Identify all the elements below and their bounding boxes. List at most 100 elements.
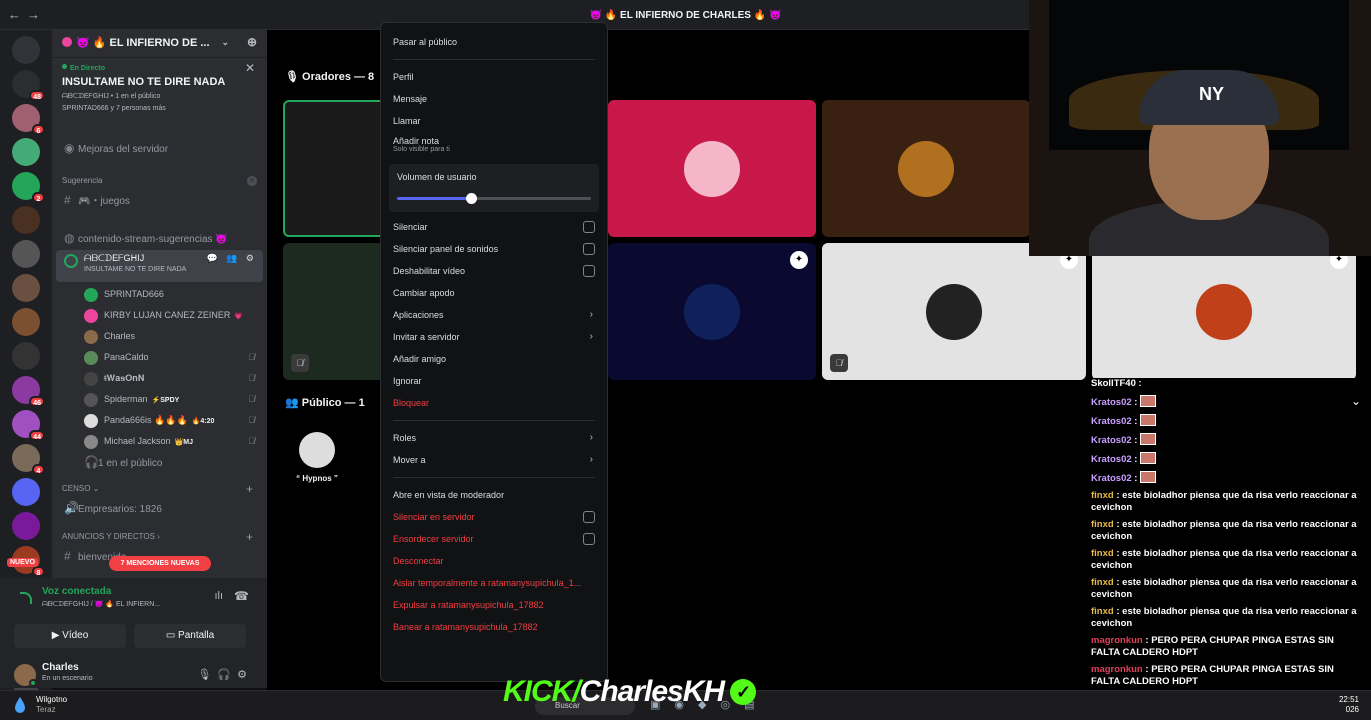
menu-item-server-mute[interactable]: Silenciar en servidor (389, 506, 599, 528)
checkbox[interactable] (583, 265, 595, 277)
channel-empresarios[interactable]: 🔊Empresarios: 1826 (52, 498, 267, 518)
volume-handle[interactable] (465, 193, 477, 204)
menu-item-add-note[interactable]: Añadir nota Solo visible para ti (389, 132, 599, 160)
server-icon[interactable] (12, 342, 40, 370)
chat-username[interactable]: Kratos02 (1091, 473, 1132, 484)
headphones-icon[interactable]: 🎧 (217, 669, 237, 681)
menu-item-disable-video[interactable]: Deshabilitar vídeo (389, 260, 599, 282)
mic-icon[interactable]: 🎙 (197, 669, 217, 681)
chat-username[interactable]: magronkun (1091, 635, 1143, 646)
speaker-tile[interactable] (822, 100, 1030, 237)
live-stage-card[interactable]: En Directo ✕ INSULTAME NO TE DIRE NADA ᗩ… (52, 58, 267, 138)
voice-status[interactable]: Voz conectada (42, 586, 257, 597)
chat-username[interactable]: Kratos02 (1091, 435, 1132, 446)
audience-count[interactable]: 🎧1 en el público (52, 452, 267, 472)
person-add-icon[interactable]: ⊕ (247, 35, 257, 49)
server-icon[interactable]: 2 (12, 172, 45, 203)
user-area[interactable]: Charles En un escenario 🎙🎧⚙ (0, 654, 267, 692)
voice-member[interactable]: Michael Jackson 👑MJ 🎙̸ (52, 431, 267, 452)
voice-member[interactable]: Charles (52, 326, 267, 347)
server-icon[interactable] (12, 512, 40, 540)
chat-username[interactable]: SkollTF40 (1091, 378, 1136, 389)
menu-item-profile[interactable]: Perfil (389, 66, 599, 88)
voice-member[interactable]: SPRINTAD666 (52, 284, 267, 305)
channel-stream-suggestions[interactable]: ◍ contenido-stream-sugerencias 👿 (52, 228, 267, 248)
server-icon[interactable] (12, 308, 40, 336)
checkbox[interactable] (583, 221, 595, 233)
server-icon[interactable]: 46 (12, 376, 45, 407)
voice-member[interactable]: Panda666is 🔥🔥🔥 🔥4:20 🎙̸ (52, 410, 267, 431)
server-icon[interactable]: 48 (12, 70, 45, 101)
speaker-tile[interactable]: ✦ (1092, 243, 1356, 380)
channel-juegos[interactable]: # 🎮・juegos (52, 190, 267, 210)
noise-suppression-icon[interactable]: ılı (214, 590, 223, 602)
weather-widget[interactable]: Wilgotno Teraz (36, 695, 67, 715)
chat-username[interactable]: finxd (1091, 548, 1114, 559)
menu-item-invite[interactable]: Invitar a servidor › (389, 326, 599, 348)
audience-member-name[interactable]: “ Hypnos ” (285, 474, 349, 483)
disconnect-icon[interactable]: ☎ (234, 589, 249, 603)
menu-item-mute-soundboard[interactable]: Silenciar panel de sonidos (389, 238, 599, 260)
server-icon[interactable] (12, 478, 40, 506)
weather-icon[interactable] (10, 695, 30, 715)
voice-channel-stage[interactable]: ᗩᗷᑕᗪEᖴGᕼIJ INSULTAME NO TE DIRE NADA 💬 👥… (56, 250, 263, 282)
menu-item-move-to-audience[interactable]: Pasar al público (389, 31, 599, 53)
server-icon[interactable]: 6 (12, 104, 45, 135)
menu-item-server-deafen[interactable]: Ensordecer servidor (389, 528, 599, 550)
server-header[interactable]: 👿 🔥 EL INFIERNO DE ... ⌄ ⊕ (52, 30, 267, 58)
server-icon[interactable] (12, 206, 40, 234)
menu-item-mod-view[interactable]: Abre en vista de moderador (389, 484, 599, 506)
chat-username[interactable]: Kratos02 (1091, 416, 1132, 427)
screen-share-button[interactable]: ▭ Pantalla (134, 624, 246, 648)
new-mentions-pill[interactable]: 7 MENCIONES NUEVAS (109, 556, 211, 571)
menu-item-ban[interactable]: Banear a ratamanysupichula_17882 (389, 616, 599, 638)
chat-username[interactable]: magronkun (1091, 664, 1143, 675)
server-icon[interactable]: 44 (12, 410, 45, 441)
voice-member[interactable]: KIRBY LUJAN CANEZ ZEINER 💗 (52, 305, 267, 326)
menu-item-mute[interactable]: Silenciar (389, 216, 599, 238)
speaker-tile[interactable]: ✦ 🎙̸ (822, 243, 1086, 380)
chat-username[interactable]: finxd (1091, 577, 1114, 588)
speaker-tile[interactable] (608, 100, 816, 237)
gear-icon[interactable]: ⚙ (237, 669, 253, 681)
menu-item-block[interactable]: Bloquear (389, 392, 599, 414)
avatar[interactable] (299, 432, 335, 468)
category-sugerencia[interactable]: Sugerencia ✕ (52, 172, 267, 190)
voice-channel-path[interactable]: ᗩᗷᑕᗪEᖴGᕼIJ / 👿 🔥 EL INFIERN... (42, 600, 257, 609)
channel-boost[interactable]: ◉ Mejoras del servidor (52, 138, 267, 158)
volume-slider[interactable] (397, 192, 591, 206)
menu-item-timeout[interactable]: Aislar temporalmente a ratamanysupichula… (389, 572, 599, 594)
chat-username[interactable]: finxd (1091, 606, 1114, 617)
menu-item-roles[interactable]: Roles › (389, 427, 599, 449)
plus-icon[interactable]: + (246, 528, 253, 546)
home-icon[interactable] (12, 36, 40, 64)
menu-item-apps[interactable]: Aplicaciones › (389, 304, 599, 326)
server-icon[interactable]: 4 (12, 444, 45, 475)
menu-item-message[interactable]: Mensaje (389, 88, 599, 110)
speaker-tile[interactable]: ✦ (608, 243, 816, 380)
voice-channel-actions[interactable]: 💬 👥 ⚙ (207, 253, 257, 264)
checkbox[interactable] (583, 533, 595, 545)
voice-member[interactable]: ᵵ𝐖𝐚𝐬𝐎𝐧𝐍 🎙̸ (52, 368, 267, 389)
chat-username[interactable]: finxd (1091, 519, 1114, 530)
menu-item-ignore[interactable]: Ignorar (389, 370, 599, 392)
chat-username[interactable]: Kratos02 (1091, 454, 1132, 465)
signal-icon[interactable] (20, 592, 32, 604)
system-clock[interactable]: 22:51 026 (1339, 695, 1359, 715)
voice-member[interactable]: Spiderman ⚡SPDY 🎙̸ (52, 389, 267, 410)
server-icon[interactable] (12, 240, 40, 268)
plus-icon[interactable]: + (246, 480, 253, 498)
category-censo[interactable]: CENSO ⌄ + (52, 480, 267, 498)
close-icon[interactable]: ✕ (247, 176, 257, 186)
menu-item-move-to[interactable]: Mover a › (389, 449, 599, 471)
menu-item-kick[interactable]: Expulsar a ratamanysupichula_17882 (389, 594, 599, 616)
category-anuncios[interactable]: ANUNCIOS Y DIRECTOS › + (52, 528, 267, 546)
video-button[interactable]: ▶ Vídeo (14, 624, 126, 648)
chevron-down-icon[interactable]: ⌄ (221, 37, 229, 48)
voice-member[interactable]: PanaCaldo 🎙̸ (52, 347, 267, 368)
close-icon[interactable]: ✕ (245, 61, 255, 75)
menu-item-disconnect[interactable]: Desconectar (389, 550, 599, 572)
checkbox[interactable] (583, 511, 595, 523)
menu-item-call[interactable]: Llamar (389, 110, 599, 132)
chat-username[interactable]: Kratos02 (1091, 397, 1132, 408)
